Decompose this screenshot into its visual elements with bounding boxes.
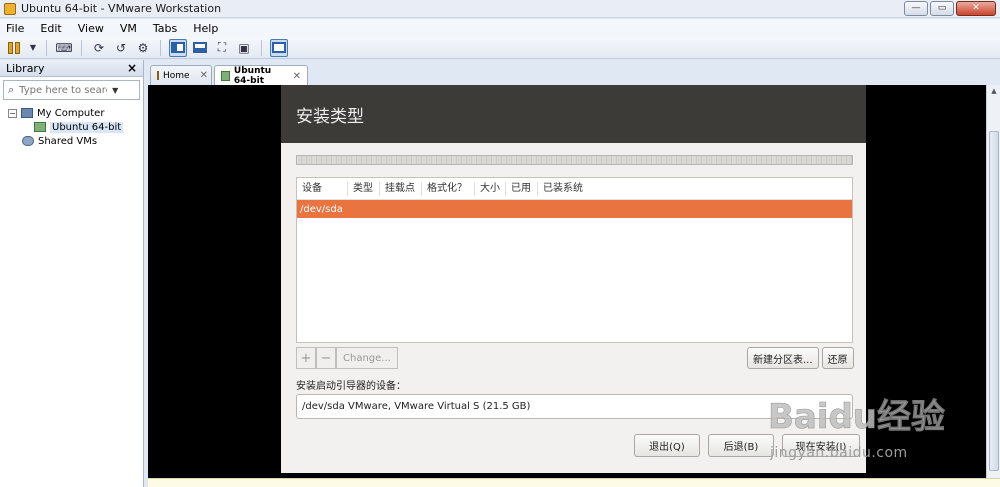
partition-table-header: 设备 类型 挂载点 格式化？ 大小 已用 已装系统 [297,178,852,200]
device-cell: /dev/sda [300,203,343,215]
tab-ubuntu-close-icon[interactable]: ✕ [293,71,301,82]
search-dropdown-icon[interactable]: ▼ [112,86,118,95]
computer-icon [21,108,33,118]
vm-running-icon [221,71,230,81]
close-window-button[interactable]: ✕ [956,1,996,16]
library-view-icon[interactable] [169,38,187,57]
toolbar-separator [160,39,161,56]
library-search-input[interactable] [19,84,108,96]
tab-home-label: Home [163,70,190,81]
shared-vms-icon [22,136,34,146]
tab-home[interactable]: Home ✕ [150,65,212,85]
column-header[interactable]: 设备 [297,182,347,196]
snapshot-manager-icon[interactable]: ⚙ [134,39,152,57]
collapse-icon[interactable]: − [8,108,17,118]
window-controls: — ▭ ✕ [904,1,996,16]
menu-help[interactable]: Help [191,22,220,35]
installer-title: 安装类型 [281,85,866,143]
library-panel: Library × ⌕ ▼ − My Computer Ubuntu 64-bi… [0,60,144,487]
window-title: Ubuntu 64-bit - VMware Workstation [21,2,222,15]
toolbar: ▼ ⌨ ⟳ ↺ ⚙ ⛶ ▣ [0,37,1000,59]
column-header[interactable]: 已装系统 [537,181,607,196]
column-header[interactable]: 大小 [474,181,505,196]
library-search[interactable]: ⌕ ▼ [3,80,140,100]
remove-partition-button[interactable]: − [316,347,336,369]
boot-loader-label: 安装启动引导器的设备： [296,381,406,392]
add-partition-button[interactable]: + [296,347,316,369]
column-header[interactable]: 类型 [347,181,379,196]
scroll-thumb[interactable] [989,131,999,471]
unity-icon[interactable]: ▣ [235,39,253,57]
minimize-button[interactable]: — [904,1,928,16]
tree-label-ubuntu: Ubuntu 64-bit [50,121,124,133]
menu-file[interactable]: File [4,22,26,35]
menu-bar: File Edit View VM Tabs Help [0,19,1000,37]
change-partition-button[interactable]: Change... [336,347,398,369]
tab-ubuntu-label: Ubuntu 64-bit [233,66,272,86]
tree-label-my-computer: My Computer [37,107,105,119]
maximize-button[interactable]: ▭ [930,1,954,16]
tab-home-close-icon[interactable]: ✕ [200,70,208,81]
status-bar [148,478,1000,487]
menu-vm[interactable]: VM [118,22,139,35]
search-icon: ⌕ [8,83,15,96]
toolbar-separator [261,39,262,56]
vmware-app-icon [4,2,16,15]
new-partition-table-button[interactable]: 新建分区表... [747,347,819,369]
partition-bar [296,155,853,165]
menu-view[interactable]: View [76,22,106,35]
menu-edit[interactable]: Edit [38,22,63,35]
scroll-up-icon[interactable]: ▲ [989,87,999,97]
column-header[interactable]: 已用 [505,181,537,196]
library-close-icon[interactable]: × [127,61,137,75]
toolbar-separator [81,39,82,56]
library-tree: − My Computer Ubuntu 64-bit Shared VMs [0,106,143,148]
window-title-bar: Ubuntu 64-bit - VMware Workstation — ▭ ✕ [0,0,1000,18]
quit-button[interactable]: 退出(Q) [634,434,700,457]
revert-button[interactable]: 还原 [821,347,854,369]
watermark-brand: Baidu经验 [768,397,945,437]
boot-device-value: /dev/sda VMware, VMware Virtual S (21.5 … [302,401,531,412]
partition-table: 设备 类型 挂载点 格式化？ 大小 已用 已装系统 /dev/sda [296,177,853,343]
toolbar-separator [46,39,47,56]
fullscreen-icon[interactable]: ⛶ [213,39,231,57]
send-keys-icon[interactable]: ⌨ [55,39,73,57]
vertical-scrollbar[interactable]: ▲ [986,85,1000,478]
table-action-buttons: 新建分区表... 还原 [747,347,854,369]
thumbnail-bar-icon[interactable] [191,39,209,57]
home-icon [157,71,159,80]
tab-ubuntu[interactable]: Ubuntu 64-bit ✕ [214,65,308,86]
partition-controls: + − Change... [296,347,398,369]
vm-running-icon [34,122,46,132]
snapshot-revert-icon[interactable]: ↺ [112,39,130,57]
library-title: Library [6,61,45,75]
tree-item-shared-vms[interactable]: Shared VMs [8,134,143,148]
tree-label-shared-vms: Shared VMs [38,135,98,147]
snapshot-take-icon[interactable]: ⟳ [90,39,108,57]
column-header[interactable]: 挂载点 [379,181,421,196]
console-view-icon[interactable] [270,38,288,57]
column-header[interactable]: 格式化？ [421,181,474,196]
dropdown-arrow-icon[interactable]: ▼ [28,39,38,57]
tree-item-my-computer[interactable]: − My Computer [8,106,143,120]
pause-icon[interactable] [6,39,24,57]
tree-item-ubuntu[interactable]: Ubuntu 64-bit [8,120,143,134]
tab-strip: Home ✕ Ubuntu 64-bit ✕ [146,63,1000,86]
library-header: Library × [0,60,143,77]
table-row[interactable]: /dev/sda [297,200,852,218]
watermark-url: jingyan.baidu.com [770,445,908,461]
menu-tabs[interactable]: Tabs [151,22,179,35]
